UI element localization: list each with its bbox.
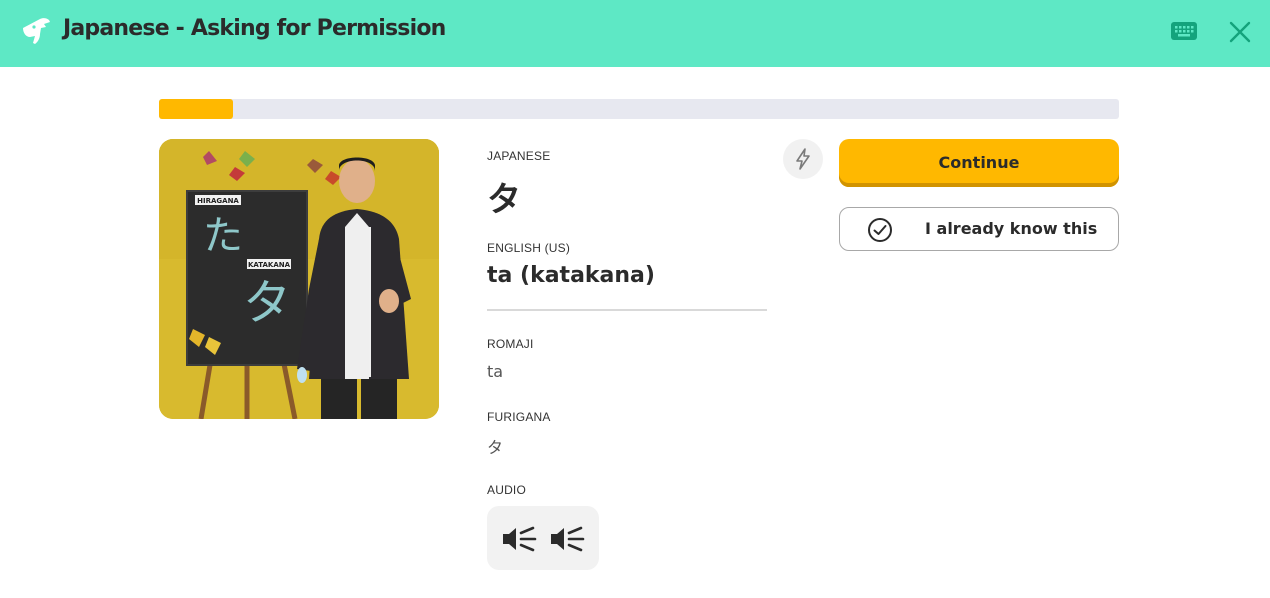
keyboard-icon[interactable] [1170, 20, 1198, 42]
lesson-title: Japanese - Asking for Permission [63, 16, 446, 41]
katakana-board-label: KATAKANA [248, 261, 291, 269]
progress-fill [159, 99, 233, 119]
audio-label: AUDIO [487, 483, 527, 497]
english-label: ENGLISH (US) [487, 241, 571, 255]
speaker-slow-icon[interactable] [549, 526, 585, 552]
lesson-video[interactable]: HIRAGANA た KATAKANA タ [159, 139, 439, 419]
japanese-label: JAPANESE [487, 149, 551, 163]
continue-button-label: Continue [938, 153, 1020, 172]
checkmark-circle-icon [868, 218, 892, 242]
audio-controls [487, 506, 599, 570]
japanese-value: タ [487, 180, 521, 220]
furigana-label: FURIGANA [487, 410, 551, 424]
romaji-value: ta [487, 362, 504, 381]
katakana-board-char: タ [243, 275, 291, 331]
continue-button[interactable]: Continue [839, 139, 1119, 187]
video-frame-image: HIRAGANA た KATAKANA タ [159, 139, 439, 419]
english-value: ta (katakana) [487, 263, 655, 288]
lesson-progress-bar [159, 99, 1119, 119]
hiragana-board-char: た [203, 213, 243, 259]
lightning-bolt-icon [796, 148, 810, 170]
close-icon[interactable] [1226, 18, 1254, 46]
bolt-button[interactable] [783, 139, 823, 179]
already-know-label: I already know this [925, 219, 1098, 238]
romaji-label: ROMAJI [487, 337, 534, 351]
furigana-value: タ [487, 438, 504, 457]
top-bar: Japanese - Asking for Permission [0, 0, 1270, 67]
already-know-button[interactable]: I already know this [839, 207, 1119, 251]
speaker-icon[interactable] [501, 526, 537, 552]
hiragana-board-label: HIRAGANA [197, 197, 239, 205]
divider [487, 309, 767, 311]
pointing-hand-logo [23, 18, 50, 44]
